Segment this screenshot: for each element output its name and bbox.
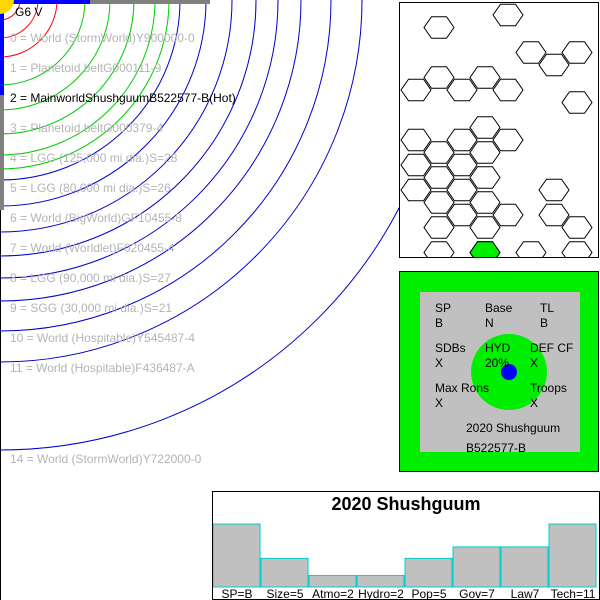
bar-tech-11 [548, 523, 597, 588]
uwp-panel-inner: SP B Base N TL B SDBs X HYD 20% DEF CF X… [420, 292, 580, 455]
defense-value: X [530, 356, 539, 370]
bar-label-0: SP=B [221, 587, 252, 599]
bar-label-4: Pop=5 [411, 587, 446, 599]
hex-cell-22 [423, 191, 455, 214]
hex-cell-23 [446, 178, 478, 202]
hex-cell-13 [423, 141, 455, 164]
hex-cell-14 [446, 128, 478, 152]
hex-cell-10 [492, 78, 524, 102]
hydro-label: HYD [485, 341, 511, 355]
hex-cell-16 [492, 128, 524, 152]
base-label: Base [485, 301, 513, 315]
uwp-panel: SP B Base N TL B SDBs X HYD 20% DEF CF X… [399, 271, 599, 472]
bar-gov-7 [452, 546, 501, 588]
tech-level-value: B [540, 316, 549, 330]
bar-law7 [500, 546, 549, 588]
hex-cell-20 [469, 166, 501, 189]
hex-cell-34 [515, 241, 547, 264]
hex-cell-1 [492, 3, 524, 27]
defense-label: DEF CF [530, 341, 574, 355]
hex-cell-32 [423, 241, 455, 264]
orbit-label-10: 10 = World (Hospitable)Y545487-4 [10, 331, 195, 345]
bar-label-7: Tech=11 [551, 587, 596, 599]
hex-cell-8 [561, 91, 593, 114]
starport-value: B [435, 316, 444, 330]
hex-cell-30 [492, 203, 524, 227]
orbit-label-1: 1 = Planetoid beltG000111-9 [10, 61, 162, 75]
hex-cell-17 [423, 166, 455, 189]
hex-map [400, 3, 593, 264]
bar-pop-5 [404, 557, 453, 588]
hex-cell-0 [423, 16, 455, 39]
orbit-label-7: 7 = World (Worldlet)F020455-4 [10, 241, 175, 255]
sdbs-label: SDBs [435, 341, 466, 355]
starport-label: SP [435, 301, 452, 315]
uwp-code: B522577-B [466, 441, 527, 455]
star-label: G6 V [15, 5, 43, 19]
orbit-label-11: 11 = World (Hospitable)F436487-A [10, 361, 195, 375]
hex-cell-15 [469, 141, 501, 164]
orbit-label-4: 4 = LGG (125,000 mi dia.)S=28 [10, 151, 178, 165]
hex-cell-7 [400, 78, 432, 102]
hex-cell-4 [423, 66, 455, 89]
bar-size-5 [260, 557, 309, 588]
world-year-name: 2020 Shushguum [466, 421, 561, 435]
hex-cell-9 [446, 78, 478, 102]
base-value: N [485, 316, 494, 330]
hex-cell-33 [561, 241, 593, 264]
tech-level-label: TL [540, 301, 555, 315]
hex-map-panel [399, 2, 599, 264]
outer-zone-bar-gray [90, 0, 210, 4]
hex-cell-3 [561, 41, 593, 64]
bar-label-1: Size=5 [266, 587, 303, 599]
outer-zone-side-gray [0, 95, 4, 210]
hex-cell-19 [446, 153, 478, 177]
bar-hydro-2 [356, 575, 405, 588]
star-icon [0, 0, 14, 14]
bar-sp-b [213, 523, 261, 588]
hex-cell-6 [538, 53, 570, 77]
bar-atmo-2 [308, 575, 357, 588]
hydro-value: 20% [485, 356, 510, 370]
hex-cell-31 [469, 216, 501, 239]
sdbs-value: X [435, 356, 444, 370]
bar-label-6: Law7 [511, 587, 540, 599]
hex-cell-29 [446, 203, 478, 227]
hex-cell-25 [538, 178, 570, 202]
troops-value: X [530, 396, 539, 410]
hex-cell-12 [400, 128, 432, 152]
hex-cell-18 [400, 153, 432, 177]
inner-zone-side-blue [0, 0, 4, 95]
max-rons-label: Max Rons [435, 381, 490, 395]
orbit-label-12: 14 = World (StormWorld)Y722000-0 [10, 452, 202, 466]
uwp-bar-chart: SP=B Size=5 Atmo=2 Hydro=2 Pop=5 Gov=7 Law7 Tec… [213, 523, 597, 599]
bar-label-5: Gov=7 [459, 587, 495, 599]
bar-label-2: Atmo=2 [312, 587, 354, 599]
orbit-ring-7 [0, 0, 170, 170]
orbit-label-2: 2 = MainworldShushguumB522577-B(Hot) [10, 91, 236, 105]
orbit-label-0: 0 = World (StormWorld)Y900000-0 [10, 31, 195, 45]
orbit-label-8: 8 = LGG (90,000 mi dia.)S=27 [10, 271, 171, 285]
bar-label-3: Hydro=2 [358, 587, 404, 599]
uwp-bar-chart-panel: 2020 Shushguum SP=B Size=5 Atmo=2 Hydro=2 Po… [212, 491, 600, 600]
hex-cell-27 [561, 216, 593, 239]
hex-cell-24 [469, 191, 501, 214]
hex-cell-mainworld [469, 241, 501, 264]
troops-label: Troops [530, 381, 567, 395]
orbit-label-6: 6 = World (BigWorld)GF10455-8 [10, 211, 182, 225]
max-rons-value: X [435, 396, 444, 410]
hex-cell-21 [400, 178, 432, 202]
hex-cell-11 [469, 116, 501, 139]
orbit-label-3: 3 = Planetoid beltG000379-4 [10, 121, 164, 135]
hex-cell-2 [515, 41, 547, 64]
hex-cell-26 [538, 203, 570, 227]
orbit-label-5: 5 = LGG (80,000 mi dia.)S=26 [10, 181, 171, 195]
orbit-label-9: 9 = SGG (30,000 mi dia.)S=21 [10, 301, 173, 315]
hex-cell-28 [423, 216, 455, 239]
hex-cell-5 [469, 66, 501, 89]
